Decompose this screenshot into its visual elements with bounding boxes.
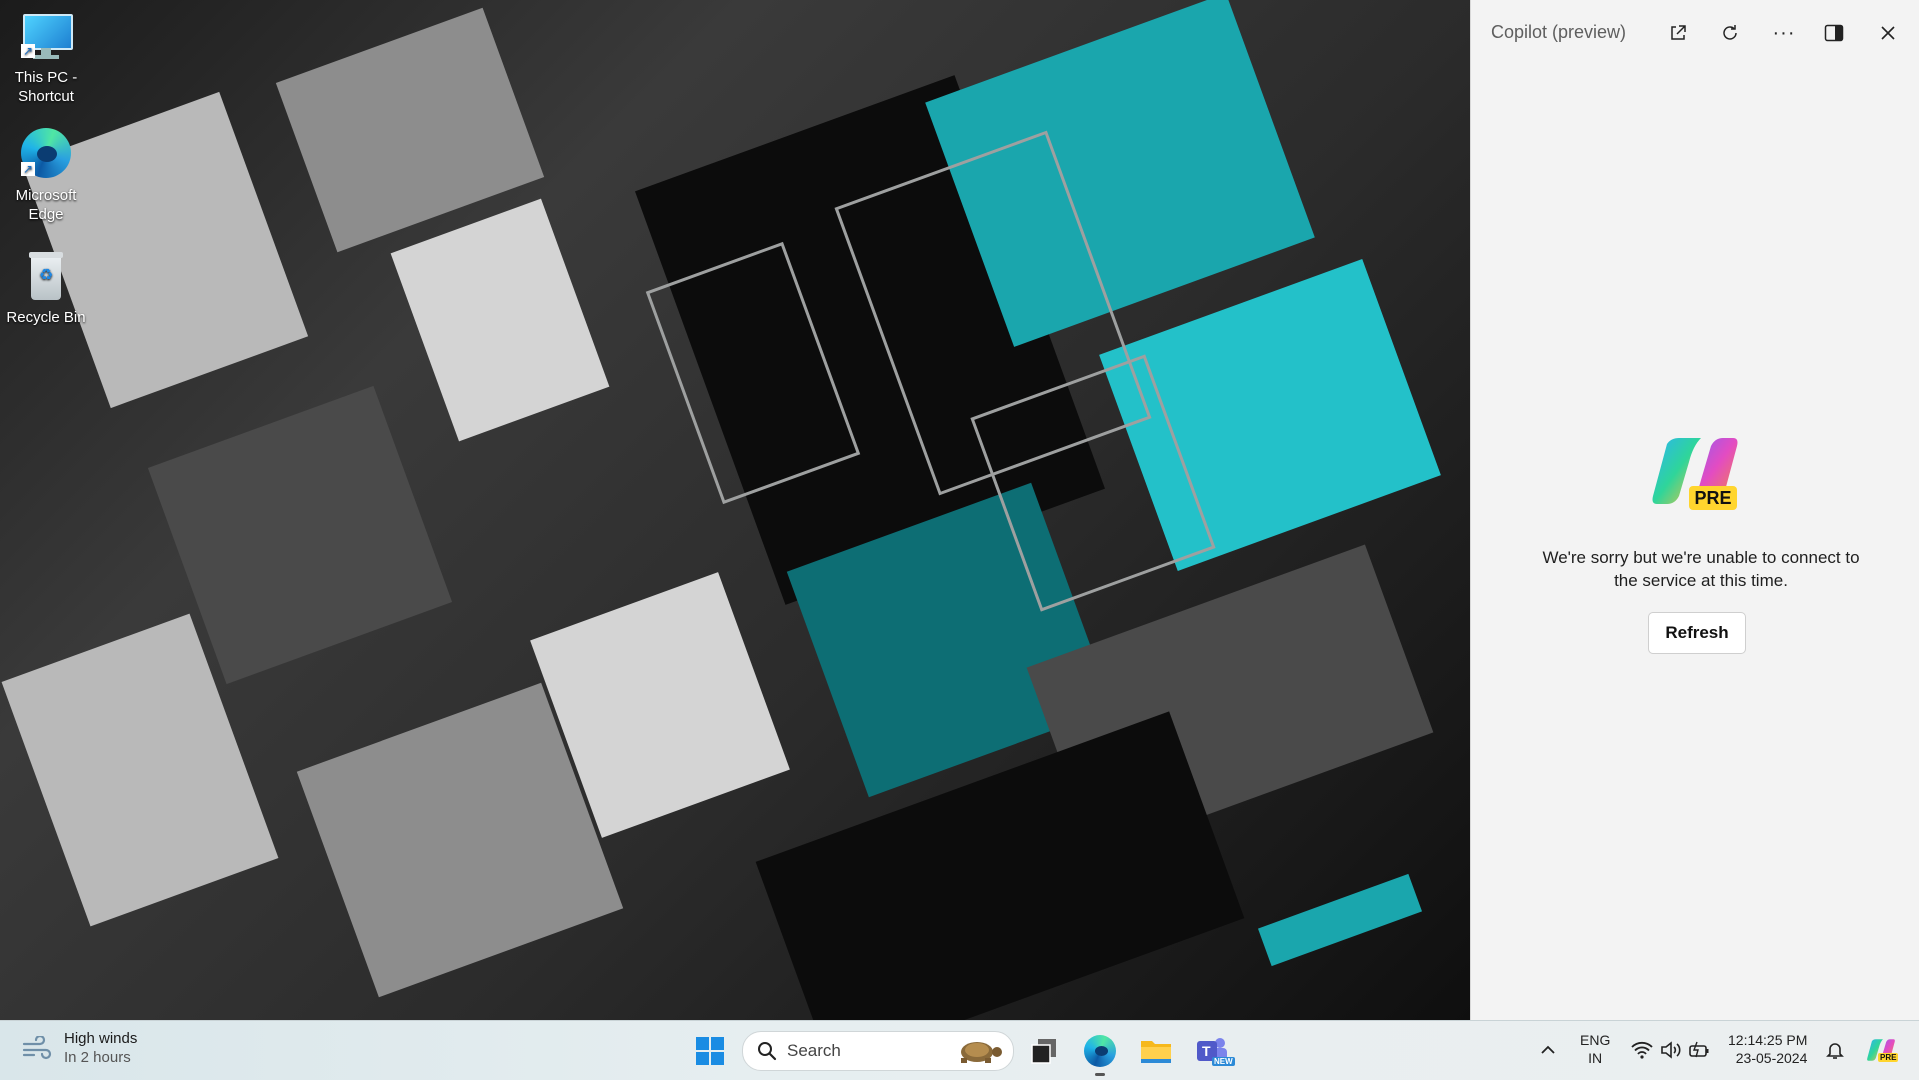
taskbar-teams-button[interactable]: T NEW: [1190, 1029, 1235, 1073]
bell-icon: [1826, 1043, 1844, 1059]
copilot-title: Copilot (preview): [1491, 22, 1627, 42]
weather-title: High winds: [64, 1030, 138, 1047]
language-region: IN: [1588, 1050, 1603, 1066]
recycle-bin-icon: ♻: [19, 250, 73, 304]
dock-pane-button[interactable]: [1817, 18, 1851, 48]
battery-button[interactable]: [1688, 1038, 1712, 1062]
error-message: We're sorry but we're unable to connect …: [1511, 546, 1891, 592]
task-view-icon: [1031, 1039, 1056, 1064]
notifications-button[interactable]: [1823, 1038, 1847, 1062]
more-options-icon: ···: [1772, 22, 1796, 44]
desktop-icon-this-pc[interactable]: ↗ This PC - Shortcut: [4, 10, 88, 106]
close-button[interactable]: [1871, 18, 1905, 48]
task-view-button[interactable]: [1022, 1029, 1066, 1073]
running-indicator: [1095, 1073, 1105, 1076]
desktop-icon-label: Shortcut: [18, 88, 74, 105]
show-hidden-icons-button[interactable]: [1536, 1038, 1560, 1062]
system-clock[interactable]: 12:14:25 PM 23-05-2024: [1728, 1031, 1807, 1067]
wifi-button[interactable]: [1630, 1038, 1654, 1062]
refresh-button[interactable]: Refresh: [1648, 612, 1746, 654]
desktop-icon-label: Edge: [28, 206, 64, 223]
start-button[interactable]: [688, 1029, 732, 1073]
taskbar-file-explorer-button[interactable]: [1134, 1029, 1178, 1073]
desktop-icon-label: This PC -: [14, 69, 78, 86]
desktop-icon-microsoft-edge[interactable]: ↗ Microsoft Edge: [4, 128, 88, 224]
copilot-pane: Copilot (preview) ··· PRE We're sorry bu…: [1470, 0, 1919, 1020]
taskbar-edge-button[interactable]: [1078, 1029, 1122, 1076]
wind-icon: [22, 1036, 52, 1060]
battery-charging-icon: [1689, 1041, 1709, 1058]
input-language-indicator[interactable]: ENG IN: [1580, 1031, 1610, 1067]
wallpaper-shape: [390, 198, 610, 442]
open-in-new-window-icon: [1671, 25, 1686, 40]
dock-pane-icon: [1824, 24, 1844, 42]
taskbar: High winds In 2 hours Search T NEW ENG I…: [0, 1020, 1919, 1080]
chevron-up-icon: [1541, 1045, 1555, 1054]
new-badge: NEW: [1212, 1057, 1235, 1066]
svg-text:T: T: [1202, 1043, 1211, 1059]
close-icon: [1881, 26, 1895, 40]
speaker-icon: [1661, 1041, 1681, 1059]
search-icon: [758, 1042, 777, 1061]
wallpaper-shape: [1257, 873, 1423, 967]
file-explorer-icon: [1141, 1041, 1171, 1063]
copilot-logo: PRE: [1649, 436, 1741, 524]
desktop-wallpaper: ↗ This PC - Shortcut ↗ Microsoft Edge ♻ …: [0, 0, 1470, 1020]
desktop-icon-recycle-bin[interactable]: ♻ Recycle Bin: [4, 250, 88, 327]
weather-subtitle: In 2 hours: [64, 1049, 131, 1066]
monitor-icon: ↗: [19, 10, 73, 64]
taskbar-copilot-button[interactable]: PRE: [1864, 1033, 1899, 1067]
taskbar-search-box[interactable]: Search: [742, 1031, 1014, 1071]
edge-icon: [1084, 1035, 1116, 1067]
desktop-icon-label: Microsoft: [15, 187, 77, 204]
pre-badge: PRE: [1878, 1053, 1899, 1062]
more-options-button[interactable]: ···: [1767, 18, 1801, 48]
error-message-line: We're sorry but we're unable to connect …: [1542, 548, 1860, 567]
pre-badge: PRE: [1689, 486, 1737, 510]
weather-widget[interactable]: High winds In 2 hours: [22, 1029, 137, 1067]
refresh-icon: [1723, 25, 1737, 40]
desktop-icon-label: Recycle Bin: [6, 309, 86, 326]
wifi-icon: [1631, 1041, 1653, 1059]
refresh-pane-button[interactable]: [1713, 18, 1747, 48]
wallpaper-shape: [755, 711, 1245, 1020]
windows-start-icon: [696, 1037, 724, 1065]
search-placeholder: Search: [787, 1041, 841, 1060]
volume-button[interactable]: [1659, 1038, 1683, 1062]
open-in-new-window-button[interactable]: [1661, 18, 1695, 48]
edge-icon: ↗: [19, 128, 73, 182]
error-message-line: the service at this time.: [1614, 571, 1788, 590]
language-code: ENG: [1580, 1032, 1611, 1048]
search-highlight-turtle-icon: [961, 1042, 1002, 1063]
clock-date: 23-05-2024: [1735, 1050, 1808, 1066]
clock-time: 12:14:25 PM: [1728, 1032, 1808, 1048]
